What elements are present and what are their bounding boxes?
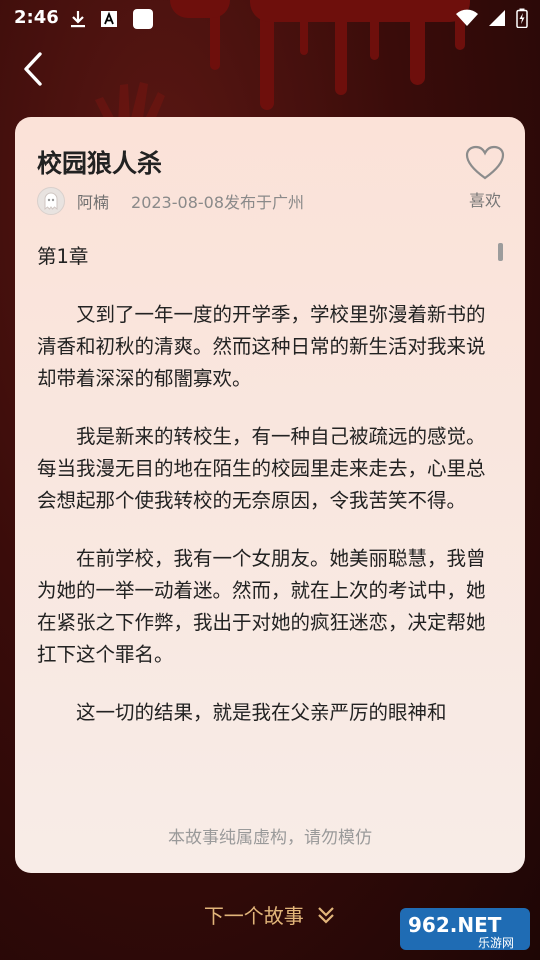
site-watermark-logo: 962.NET 乐游网 <box>400 908 530 950</box>
publish-info: 2023-08-08发布于广州 <box>131 193 305 212</box>
heart-icon <box>465 145 505 180</box>
story-meta: 阿楠 2023-08-08发布于广州 <box>37 187 304 215</box>
battery-icon <box>516 8 528 28</box>
story-paragraph: 这一切的结果，就是我在父亲严厉的眼神和 <box>76 701 447 724</box>
chapter-title: 第1章 <box>37 245 89 268</box>
story-paragraph: 我是新来的转校生，有一种自己被疏远的感觉。每当我漫无目的地在陌生的校园里走来走去… <box>37 425 486 512</box>
wifi-icon <box>456 9 478 26</box>
story-paragraph: 又到了一年一度的开学季，学校里弥漫着新书的清香和初秋的清爽。然而这种日常的新生活… <box>37 303 486 390</box>
like-button[interactable]: 喜欢 <box>463 145 507 211</box>
scrollbar-thumb[interactable] <box>498 243 503 261</box>
story-paragraph: 在前学校，我有一个女朋友。她美丽聪慧，我曾为她的一举一动着迷。然而，就在上次的考… <box>37 547 486 666</box>
svg-text:962.NET: 962.NET <box>408 913 502 937</box>
story-card: 校园狼人杀 喜欢 阿楠 2023-08-08发布于广州 第1章 又到了一年一度的… <box>15 117 525 873</box>
double-chevron-down-icon <box>318 907 334 924</box>
back-button[interactable] <box>18 50 52 88</box>
ghost-icon <box>44 192 58 211</box>
disclaimer-text: 本故事纯属虚构，请勿模仿 <box>168 828 372 848</box>
like-label: 喜欢 <box>468 191 501 210</box>
next-story-label: 下一个故事 <box>203 904 304 928</box>
chevron-left-icon <box>24 52 42 86</box>
story-title: 校园狼人杀 <box>37 149 163 178</box>
status-bar: 2:46 <box>0 0 540 36</box>
download-icon <box>71 11 85 28</box>
svg-text:乐游网: 乐游网 <box>478 936 514 950</box>
signal-icon <box>489 10 505 26</box>
avatar[interactable] <box>37 187 65 215</box>
author-name[interactable]: 阿楠 <box>77 189 109 213</box>
status-time: 2:46 <box>14 7 59 28</box>
story-content[interactable]: 第1章 又到了一年一度的开学季，学校里弥漫着新书的清香和初秋的清爽。然而这种日常… <box>37 241 503 777</box>
text-a-icon <box>101 11 117 27</box>
square-icon <box>133 9 153 29</box>
